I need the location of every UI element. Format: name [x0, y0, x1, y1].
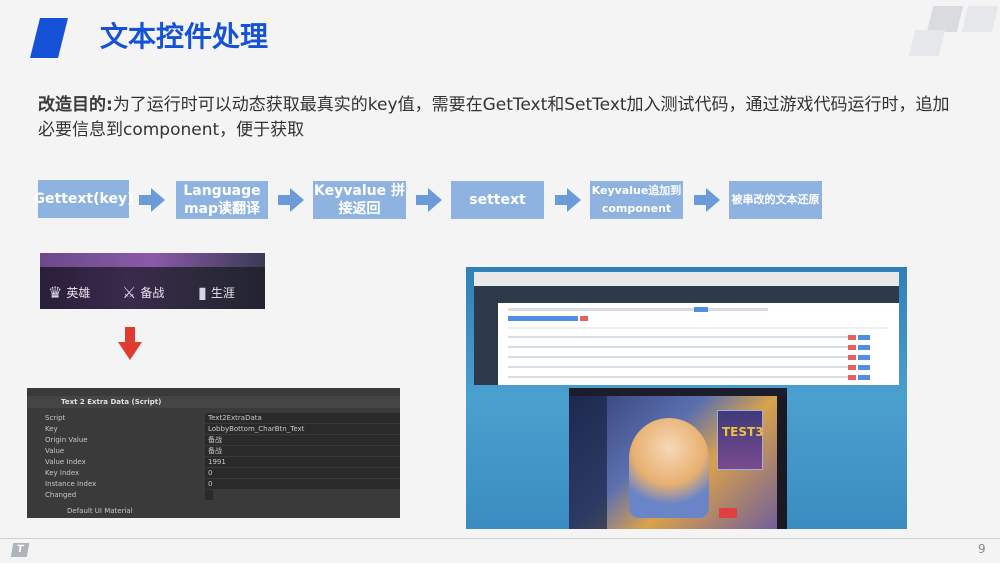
inspector-component-header[interactable]: Text 2 Extra Data (Script)	[27, 396, 400, 408]
flow-step-settext: settext	[451, 181, 544, 219]
flow-arrow-icon	[555, 188, 581, 212]
flow-step-keyvalue-concat: Keyvalue 拼接返回	[313, 181, 406, 219]
page-number: 9	[978, 542, 986, 556]
hero-artwork	[629, 418, 709, 518]
corner-decoration	[961, 6, 999, 32]
flow-arrow-icon	[416, 188, 442, 212]
slide: 文本控件处理 改造目的:为了运行时可以动态获取最真实的key值，需要在GetTe…	[0, 0, 1000, 563]
flow-step-language-map: Language map读翻译	[176, 181, 268, 219]
down-arrow-icon	[118, 327, 142, 361]
browser-chrome	[474, 272, 899, 286]
flow-step-append-component: Keyvalue追加到component	[590, 181, 683, 219]
purpose-text: 为了运行时可以动态获取最真实的key值，需要在GetText和SetText加入…	[38, 95, 950, 140]
hero-icon: ♛	[48, 283, 63, 302]
flow-step-restore-text: 被串改的文本还原	[729, 181, 822, 219]
flow-arrow-icon	[139, 188, 165, 212]
tab-career[interactable]: ▮ 生涯	[198, 283, 235, 302]
corner-decoration	[926, 6, 964, 32]
tab-hero[interactable]: ♛ 英雄	[48, 283, 90, 302]
flow-arrow-icon	[278, 188, 304, 212]
game-action-button[interactable]	[719, 508, 737, 518]
tab-battle-prep[interactable]: ⚔ 备战	[122, 283, 164, 302]
unity-inspector-panel: ▼ Text 2 Extra Data (Script) ScriptText2…	[27, 388, 400, 518]
battle-prep-icon: ⚔	[122, 283, 137, 302]
game-lobby-tab-strip: ♛ 英雄 ⚔ 备战 ▮ 生涯	[40, 253, 265, 309]
title-accent-bar	[30, 18, 68, 58]
career-icon: ▮	[198, 283, 207, 302]
footer-logo: T	[10, 543, 30, 557]
changed-checkbox[interactable]	[205, 490, 213, 500]
admin-top-nav	[474, 286, 899, 303]
emulator-toolbar	[777, 396, 787, 529]
screenshot-composite: TEST3	[466, 267, 907, 529]
purpose-label: 改造目的:	[38, 95, 113, 115]
admin-sidebar	[474, 303, 498, 385]
footer-divider	[0, 538, 1000, 539]
game-side-menu	[569, 396, 607, 529]
admin-browser-window	[474, 272, 899, 385]
flow-step-gettext: Gettext(key)	[34, 180, 133, 218]
game-emulator-window: TEST3	[569, 388, 787, 529]
purpose-paragraph: 改造目的:为了运行时可以动态获取最真实的key值，需要在GetText和SetT…	[38, 93, 958, 143]
flow-arrow-icon	[694, 188, 720, 212]
corner-decoration	[908, 30, 946, 56]
page-title: 文本控件处理	[100, 20, 269, 53]
query-button[interactable]	[694, 307, 708, 312]
test-text-card: TEST3	[717, 410, 764, 470]
